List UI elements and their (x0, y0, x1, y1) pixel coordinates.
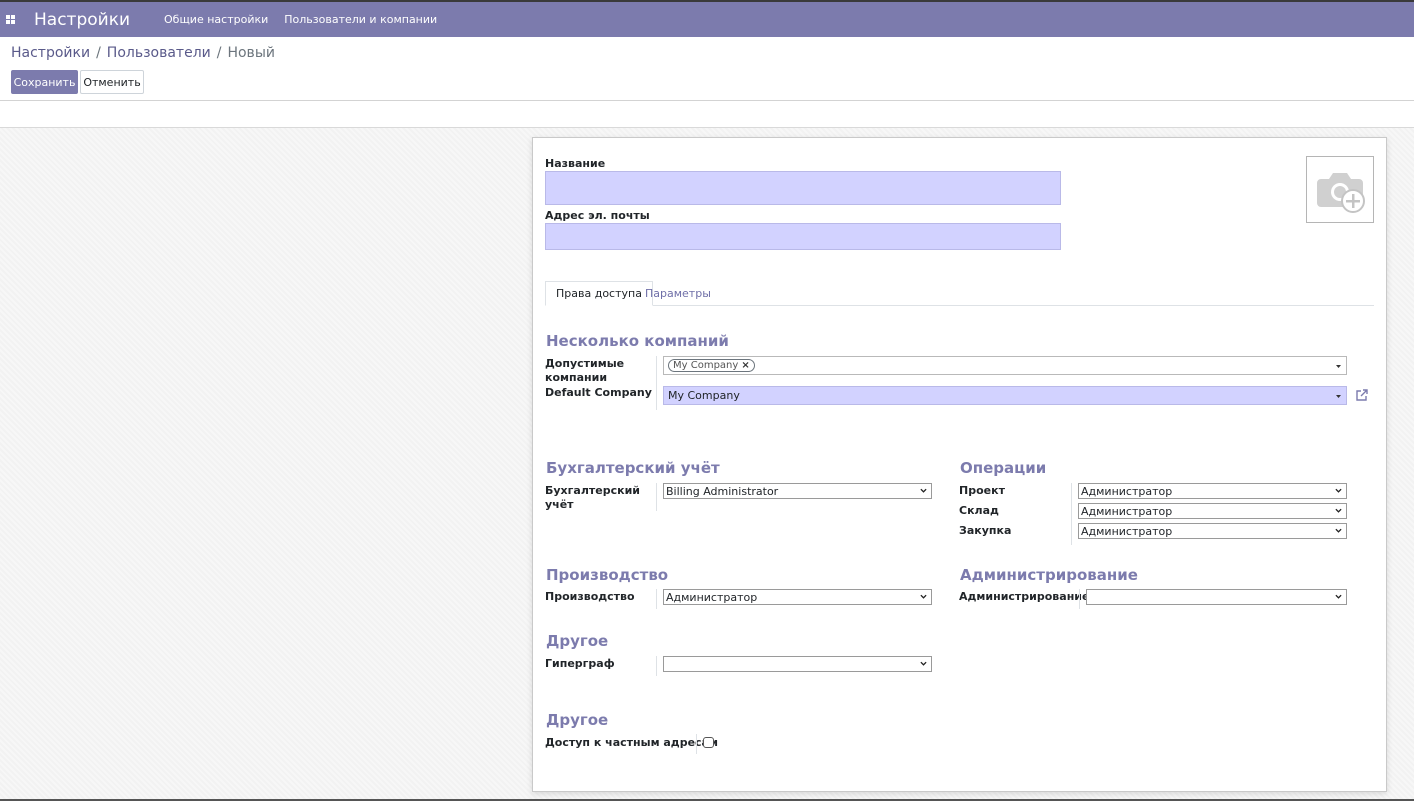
project-label: Проект (959, 484, 1005, 497)
group-title-accounting: Бухгалтерский учёт (546, 459, 720, 477)
breadcrumb-separator: / (96, 45, 101, 61)
chevron-down-icon (1335, 508, 1342, 513)
external-link-icon[interactable] (1355, 388, 1369, 402)
chevron-down-icon (920, 488, 927, 493)
warehouse-select[interactable]: Администратор (1078, 503, 1347, 519)
label-separator (656, 656, 657, 676)
breadcrumb-users[interactable]: Пользователи (107, 45, 211, 61)
chevron-down-icon (920, 661, 927, 666)
hypergraph-label: Гиперграф (545, 657, 615, 670)
company-tag-label: My Company (673, 360, 739, 371)
name-input[interactable] (545, 171, 1061, 205)
app-title[interactable]: Настройки (34, 10, 164, 30)
company-tag: My Company × (668, 359, 755, 372)
breadcrumb-current: Новый (227, 45, 275, 61)
cancel-button[interactable]: Отменить (80, 70, 144, 94)
warehouse-value: Администратор (1081, 504, 1173, 518)
default-company-field[interactable]: My Company (663, 386, 1347, 405)
chevron-down-icon (1335, 528, 1342, 533)
label-separator (656, 483, 657, 511)
top-navbar: Настройки Общие настройки Пользователи и… (0, 0, 1414, 37)
menu-users-companies[interactable]: Пользователи и компании (284, 13, 437, 26)
email-label: Адрес эл. почты (545, 209, 650, 222)
form-tabs: Права доступа Параметры (545, 281, 1374, 306)
administration-label: Администрирование (959, 590, 1090, 603)
form-sheet: Название Адрес эл. почты Права доступа П… (532, 137, 1387, 792)
default-company-value: My Company (668, 389, 740, 402)
name-label: Название (545, 157, 606, 170)
manufacturing-select[interactable]: Администратор (663, 589, 932, 605)
save-button[interactable]: Сохранить (11, 70, 78, 94)
email-input[interactable] (545, 223, 1061, 250)
remove-tag-icon[interactable]: × (741, 360, 749, 371)
group-title-other: Другое (546, 711, 609, 729)
purchase-value: Администратор (1081, 524, 1173, 538)
private-addresses-checkbox[interactable] (703, 737, 714, 748)
breadcrumb-separator: / (216, 45, 222, 61)
camera-plus-icon (1317, 172, 1365, 213)
dropdown-caret-icon (1336, 365, 1341, 368)
allowed-companies-field[interactable]: My Company × (663, 356, 1347, 375)
private-addresses-label: Доступ к частным адресам (545, 736, 718, 749)
project-select[interactable]: Администратор (1078, 483, 1347, 499)
label-separator (1071, 483, 1072, 545)
breadcrumb-settings[interactable]: Настройки (11, 45, 90, 61)
dropdown-caret-icon (1336, 395, 1341, 398)
tab-preferences[interactable]: Параметры (635, 281, 721, 306)
project-value: Администратор (1081, 484, 1173, 498)
purchase-label: Закупка (959, 524, 1012, 537)
group-title-manufacturing: Производство (546, 566, 669, 584)
accounting-select[interactable]: Billing Administrator (663, 483, 932, 499)
default-company-label: Default Company (545, 386, 652, 399)
manufacturing-label: Производство (545, 590, 635, 603)
chevron-down-icon (1335, 488, 1342, 493)
menu-general-settings[interactable]: Общие настройки (164, 13, 268, 26)
group-title-other: Другое (546, 632, 609, 650)
warehouse-label: Склад (959, 504, 999, 517)
manufacturing-value: Администратор (666, 590, 758, 604)
accounting-label: Бухгалтерский учёт (545, 484, 640, 511)
group-title-multi-company: Несколько компаний (546, 332, 729, 350)
hypergraph-select[interactable] (663, 656, 932, 672)
administration-select[interactable] (1086, 589, 1347, 605)
chevron-down-icon (920, 594, 927, 599)
label-separator (696, 734, 697, 754)
group-title-administration: Администрирование (960, 566, 1138, 584)
label-separator (656, 356, 657, 410)
chevron-down-icon (1335, 594, 1342, 599)
purchase-select[interactable]: Администратор (1078, 523, 1347, 539)
control-panel: Настройки / Пользователи / Новый Сохрани… (0, 37, 1414, 101)
label-separator (1079, 589, 1080, 609)
group-title-operations: Операции (960, 459, 1047, 477)
apps-menu-icon[interactable] (6, 14, 16, 25)
breadcrumb: Настройки / Пользователи / Новый (11, 45, 275, 61)
allowed-companies-label: Допустимые компании (545, 357, 625, 384)
avatar-upload[interactable] (1306, 156, 1374, 223)
label-separator (656, 589, 657, 609)
accounting-value: Billing Administrator (666, 484, 779, 498)
